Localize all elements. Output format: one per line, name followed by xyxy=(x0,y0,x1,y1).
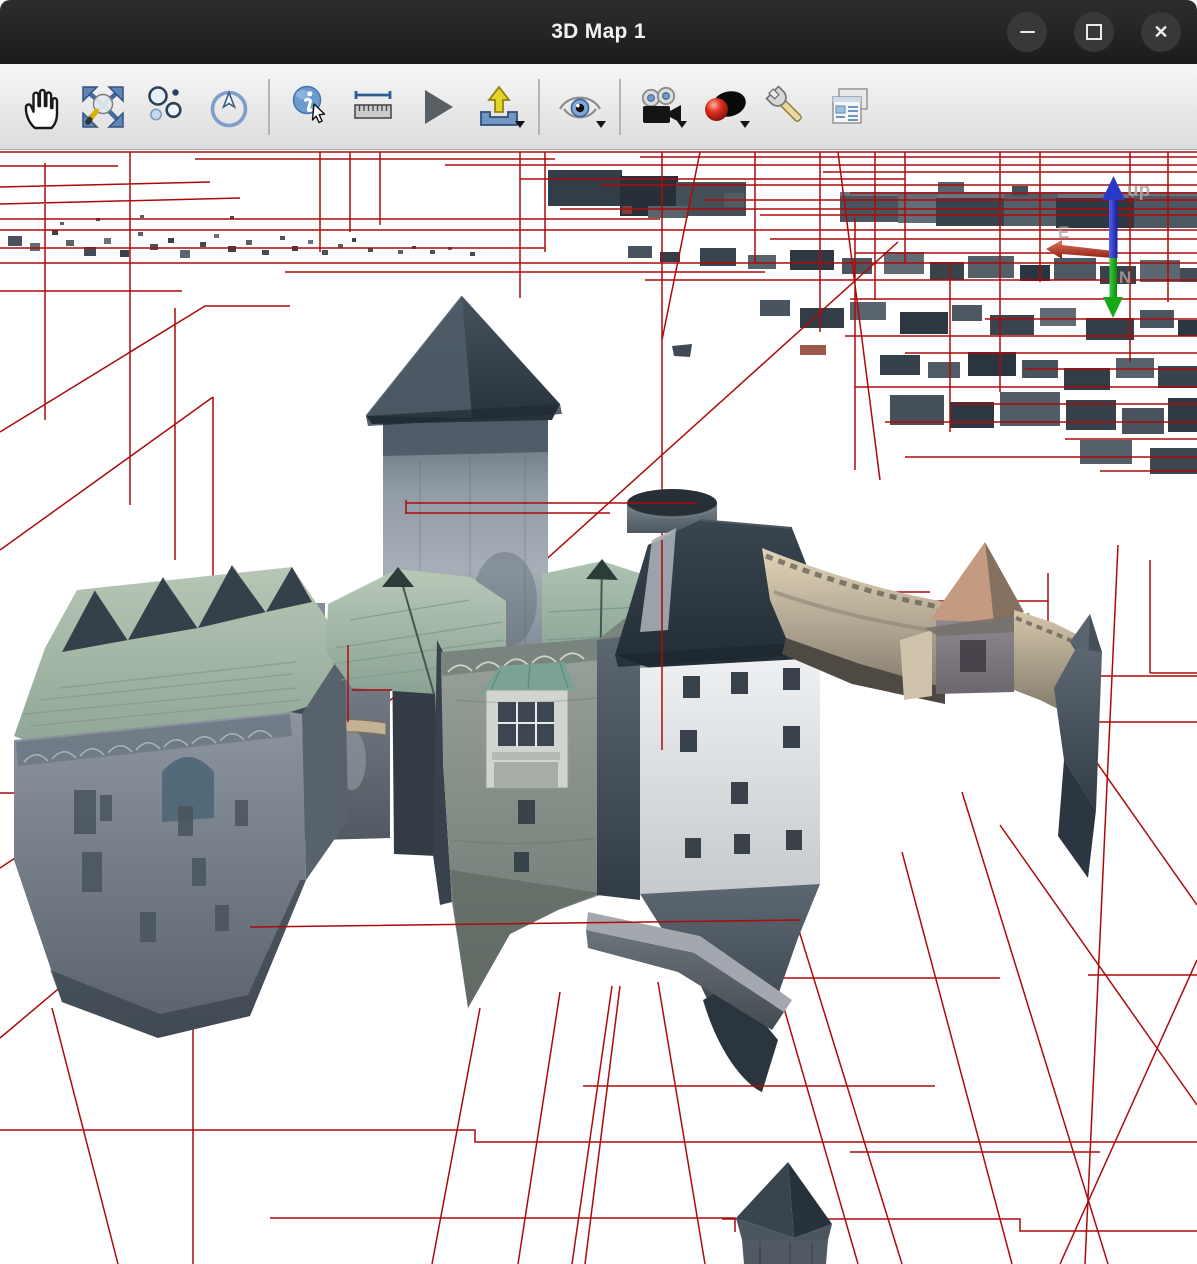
report-panel-icon xyxy=(826,83,874,131)
report-button[interactable] xyxy=(818,69,881,145)
close-button[interactable]: ✕ xyxy=(1141,12,1181,52)
pan-tool-button[interactable] xyxy=(8,69,71,145)
map-3d-viewport[interactable]: up E N xyxy=(0,150,1197,1264)
map-window: 3D Map 1 ✕ xyxy=(0,0,1197,1264)
record-button[interactable] xyxy=(629,69,692,145)
compass-button[interactable] xyxy=(197,69,260,145)
identify-button[interactable] xyxy=(278,69,341,145)
wrench-tools-icon xyxy=(763,83,811,131)
toolbar xyxy=(0,64,1197,150)
measure-ruler-icon xyxy=(349,83,397,131)
axis-north-shaft xyxy=(1110,258,1118,300)
axis-up-shaft xyxy=(1109,198,1118,258)
axis-east-label: E xyxy=(1058,223,1069,242)
settings-button[interactable] xyxy=(755,69,818,145)
minimize-icon xyxy=(1020,31,1035,33)
window-title: 3D Map 1 xyxy=(551,20,646,44)
axis-north-label: N xyxy=(1119,268,1131,287)
window-controls: ✕ xyxy=(1007,12,1181,52)
axis-up-label: up xyxy=(1127,180,1150,201)
maximize-icon xyxy=(1086,24,1102,40)
circle-select-button[interactable] xyxy=(134,69,197,145)
visibility-button[interactable] xyxy=(548,69,611,145)
maximize-button[interactable] xyxy=(1074,12,1114,52)
zoom-extents-icon xyxy=(79,83,127,131)
pan-hand-icon xyxy=(16,83,64,131)
window-titlebar[interactable]: 3D Map 1 ✕ xyxy=(0,0,1197,64)
minimize-button[interactable] xyxy=(1007,12,1047,52)
compass-icon xyxy=(205,83,253,131)
measure-button[interactable] xyxy=(341,69,404,145)
sphere-button[interactable] xyxy=(692,69,755,145)
zoom-extents-button[interactable] xyxy=(71,69,134,145)
red-sphere-icon xyxy=(700,83,748,131)
close-icon: ✕ xyxy=(1153,23,1168,41)
scene-3d: up E N xyxy=(0,150,1197,1264)
play-button[interactable] xyxy=(404,69,467,145)
export-button[interactable] xyxy=(467,69,530,145)
toolbar-separator xyxy=(538,79,540,135)
identify-info-icon xyxy=(286,83,334,131)
play-icon xyxy=(412,83,460,131)
toolbar-separator xyxy=(268,79,270,135)
toolbar-separator xyxy=(619,79,621,135)
eye-visibility-icon xyxy=(556,83,604,131)
circle-select-icon xyxy=(142,83,190,131)
export-upload-icon xyxy=(475,83,523,131)
movie-camera-icon xyxy=(636,83,686,131)
